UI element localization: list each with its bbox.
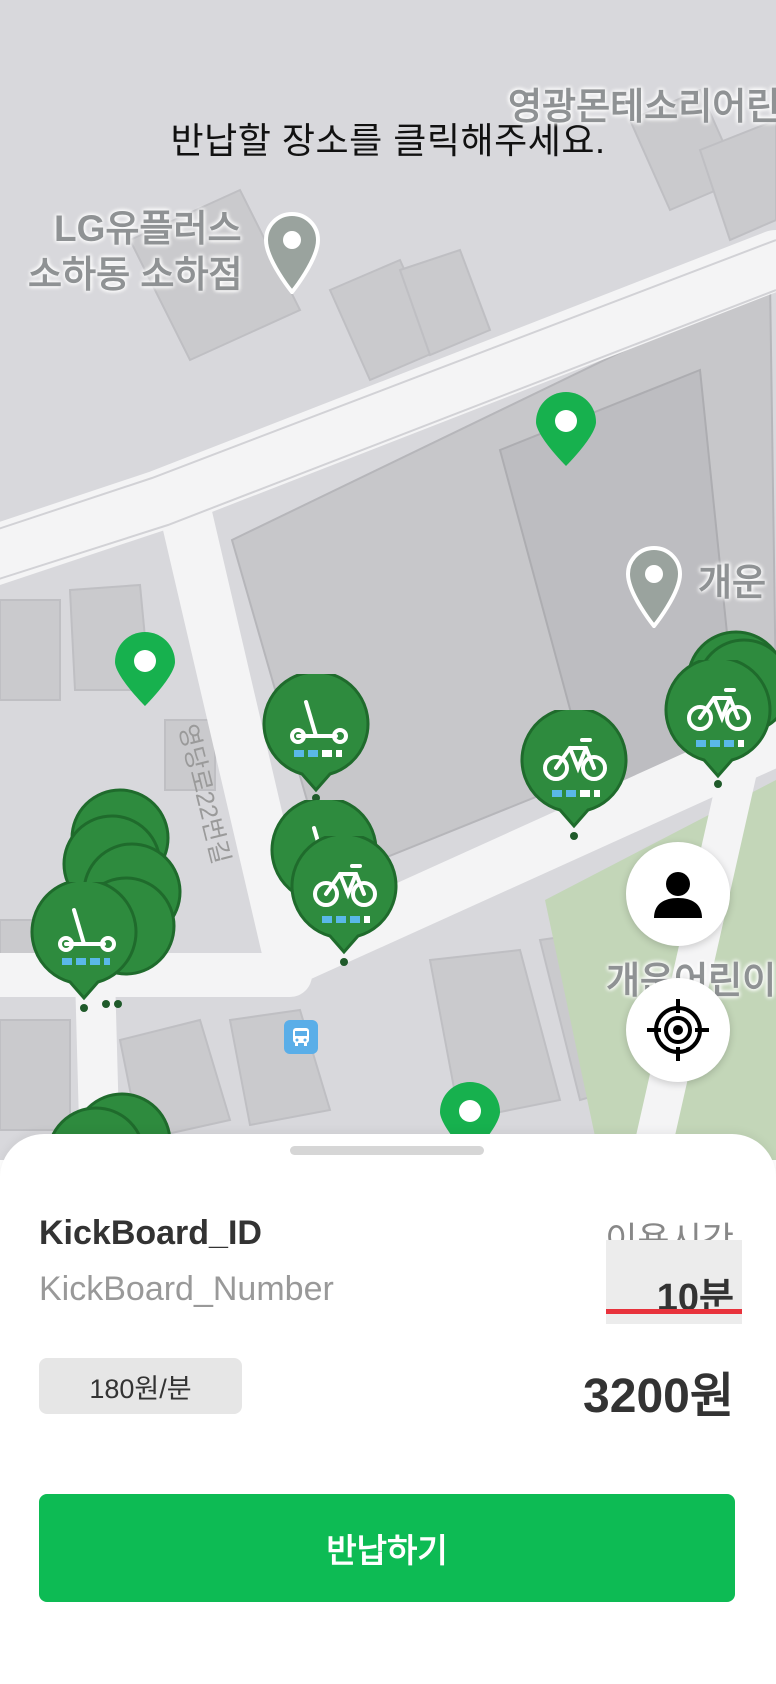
kickboard-marker-icon[interactable] — [262, 674, 370, 802]
kickboard-number: KickBoard_Number — [39, 1270, 334, 1308]
poi-label-store: LG유플러스 소하동 소하점 — [28, 208, 243, 295]
person-icon — [654, 872, 702, 918]
poi-pin-icon[interactable] — [262, 210, 322, 294]
total-price: 3200원 — [583, 1370, 734, 1423]
kickboard-id: KickBoard_ID — [39, 1214, 262, 1252]
return-button[interactable]: 반납하기 — [39, 1494, 735, 1602]
poi-label-school: 영광몬테소리어린 — [508, 86, 776, 127]
map-view[interactable]: 반납할 장소를 클릭해주세요. LG유플러스 소하동 소하점 영광몬테소리어린 … — [0, 0, 776, 1160]
poi-pin-icon[interactable] — [624, 544, 684, 628]
current-location-button[interactable] — [626, 978, 730, 1082]
bike-marker-icon[interactable] — [290, 836, 398, 966]
bus-stop-icon[interactable] — [284, 1020, 318, 1054]
poi-label-right: 개운 — [698, 562, 767, 603]
crosshair-icon — [647, 999, 709, 1061]
usage-time-underline — [606, 1309, 742, 1314]
bike-marker-icon[interactable] — [520, 710, 628, 840]
return-point-pin-icon[interactable] — [113, 630, 177, 708]
kickboard-marker-icon[interactable] — [30, 882, 138, 1012]
sheet-drag-handle[interactable] — [290, 1146, 484, 1155]
bottom-sheet: KickBoard_ID KickBoard_Number 이용시간 10분 1… — [0, 1134, 776, 1684]
rate-badge: 180원/분 — [39, 1358, 242, 1414]
return-point-pin-icon[interactable] — [534, 390, 598, 468]
bike-marker-icon[interactable] — [664, 660, 772, 790]
profile-button[interactable] — [626, 842, 730, 946]
